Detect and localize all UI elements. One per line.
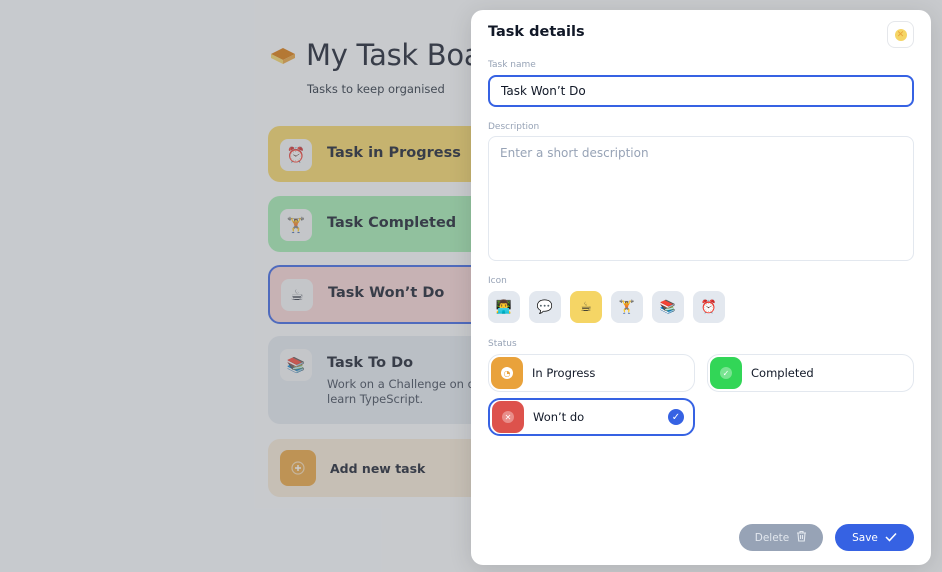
task-name-label: Task name	[488, 60, 536, 70]
task-details-panel: Task details ✕ Task name Description Ico…	[471, 10, 931, 565]
technologist-icon[interactable]: 👨‍💻	[488, 291, 520, 323]
delete-button[interactable]: Delete	[739, 524, 823, 551]
status-option-wont-do[interactable]: ✕ Won’t do ✓	[488, 398, 695, 436]
trash-icon	[796, 530, 807, 545]
check-icon	[885, 531, 897, 545]
status-option-in-progress[interactable]: ◔ In Progress	[488, 354, 695, 392]
status-label: Status	[488, 339, 517, 349]
status-option-completed[interactable]: ✓ Completed	[707, 354, 914, 392]
speech-bubble-icon[interactable]: 💬	[529, 291, 561, 323]
description-label: Description	[488, 122, 540, 132]
alarm-clock-icon[interactable]: ⏰	[693, 291, 725, 323]
panel-title: Task details	[488, 24, 585, 40]
icon-label: Icon	[488, 276, 507, 286]
in-progress-icon: ◔	[491, 357, 523, 389]
status-option-label: In Progress	[532, 366, 596, 380]
coffee-icon[interactable]: ☕	[570, 291, 602, 323]
save-button[interactable]: Save	[835, 524, 914, 551]
books-icon[interactable]: 📚	[652, 291, 684, 323]
status-option-label: Completed	[751, 366, 814, 380]
description-input[interactable]	[488, 136, 914, 261]
wont-do-icon: ✕	[492, 401, 524, 433]
wont-do-glyph: ✕	[502, 411, 514, 423]
save-label: Save	[852, 531, 878, 544]
status-option-label: Won’t do	[533, 410, 585, 424]
check-icon: ✓	[668, 409, 684, 425]
close-button[interactable]: ✕	[887, 21, 914, 48]
delete-label: Delete	[754, 531, 790, 544]
completed-icon: ✓	[710, 357, 742, 389]
weightlifter-icon[interactable]: 🏋	[611, 291, 643, 323]
close-icon: ✕	[894, 28, 907, 41]
task-name-input[interactable]	[488, 75, 914, 107]
icon-picker: 👨‍💻 💬 ☕ 🏋 📚 ⏰	[488, 291, 734, 323]
completed-glyph: ✓	[720, 367, 732, 379]
in-progress-glyph: ◔	[501, 367, 513, 379]
